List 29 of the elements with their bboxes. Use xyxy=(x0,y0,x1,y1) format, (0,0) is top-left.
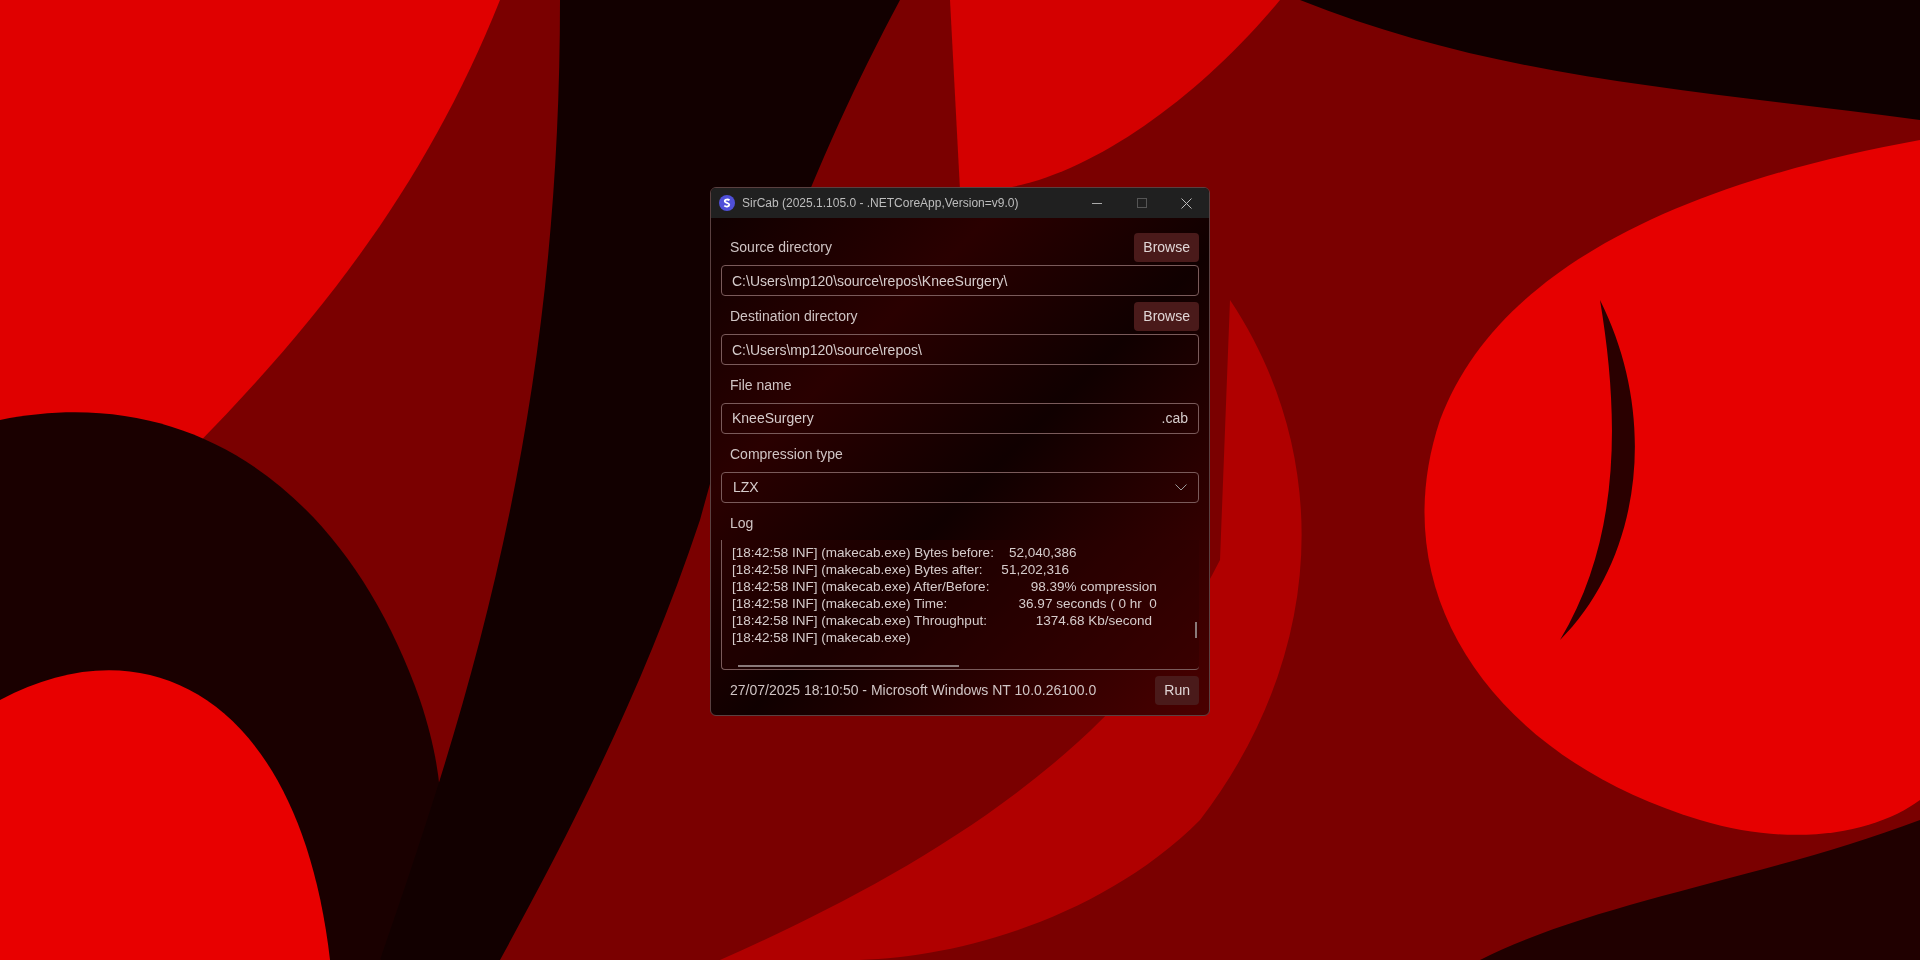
browse-button[interactable]: Browse xyxy=(1134,302,1199,331)
log-line: [18:42:58 INF] (makecab.exe) Bytes after: 51,202,316 xyxy=(732,561,1069,578)
field-label: Source directory xyxy=(729,238,832,257)
log-line: [18:42:58 INF] (makecab.exe) After/Before: 98.39% compression xyxy=(732,578,1157,595)
file-name-value: KneeSurgery xyxy=(732,409,814,428)
compression-dropdown[interactable]: LZX xyxy=(721,472,1199,503)
window-title: SirCab (2025.1.105.0 - .NETCoreApp,Version=v9.0) xyxy=(742,195,1019,212)
log-line: [18:42:58 INF] (makecab.exe) xyxy=(732,629,911,646)
extension-suffix: .cab xyxy=(1161,409,1188,428)
log-line: [18:42:58 INF] (makecab.exe) Time: 36.97 seconds ( 0 hr 0 xyxy=(732,595,1157,612)
chevron-down-icon xyxy=(1175,484,1187,491)
vertical-scrollbar[interactable] xyxy=(1195,622,1197,638)
close-icon xyxy=(1181,197,1192,209)
maximize-icon xyxy=(1136,198,1147,208)
run-button[interactable]: Run xyxy=(1155,676,1199,705)
source-field[interactable]: C:\Users\mp120\source\repos\KneeSurgery\ xyxy=(721,265,1199,296)
log-line: [18:42:58 INF] (makecab.exe) Throughput: 1374.68 Kb/second xyxy=(732,612,1152,629)
minimize-icon xyxy=(1091,202,1102,204)
field-label: Log xyxy=(729,514,754,533)
app-logo-icon xyxy=(719,195,735,211)
log-line: [18:42:58 INF] (makecab.exe) Bytes before: 52,040,386 xyxy=(732,544,1077,561)
status-text: 27/07/2025 18:10:50 - Microsoft Windows NT 10.0.26100.0 xyxy=(729,681,1097,700)
horizontal-scrollbar[interactable] xyxy=(738,665,959,667)
field-label: Compression type xyxy=(729,445,843,464)
destination-field[interactable]: C:\Users\mp120\source\repos\ xyxy=(721,334,1199,365)
field-label: Destination directory xyxy=(729,307,858,326)
file-name-field[interactable]: KneeSurgery .cab xyxy=(721,403,1199,434)
field-label: File name xyxy=(729,376,792,395)
browse-button[interactable]: Browse xyxy=(1134,233,1199,262)
